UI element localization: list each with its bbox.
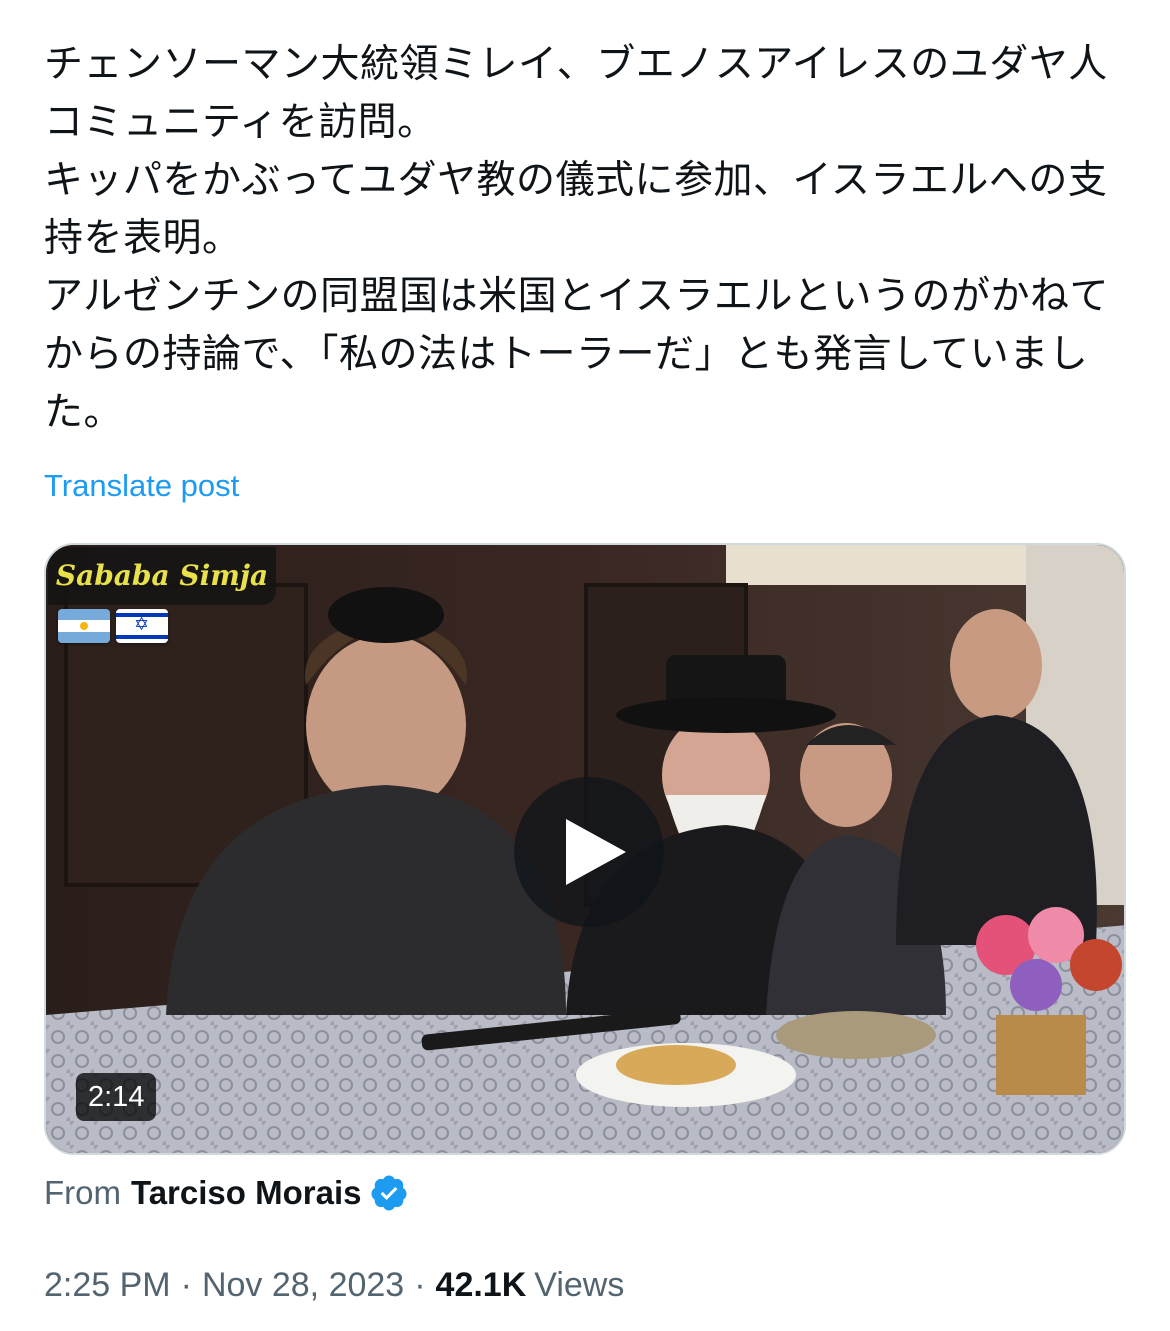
video-card[interactable]: Sababa Simja 2:14	[44, 543, 1126, 1155]
video-duration-badge: 2:14	[76, 1073, 157, 1121]
post-date[interactable]: Nov 28, 2023	[202, 1263, 404, 1307]
meta-separator: ·	[180, 1266, 192, 1304]
translate-post-link[interactable]: Translate post	[44, 468, 239, 504]
views-count[interactable]: 42.1K	[436, 1263, 527, 1307]
argentina-flag-icon	[58, 609, 110, 643]
post-time[interactable]: 2:25 PM	[44, 1263, 171, 1307]
flags-group	[58, 609, 168, 643]
verified-badge-icon	[371, 1175, 407, 1211]
play-button[interactable]	[514, 777, 664, 927]
views-label: Views	[534, 1266, 625, 1304]
play-icon	[566, 819, 626, 885]
video-source: From Tarciso Morais	[44, 1172, 409, 1214]
post-text: チェンソーマン大統領ミレイ、ブエノスアイレスのユダヤ人コミュニティを訪問。 キッ…	[44, 42, 1109, 435]
post-meta: 2:25 PM · Nov 28, 2023 · 42.1K Views	[44, 1263, 624, 1307]
meta-separator-2: ·	[414, 1266, 426, 1304]
israel-flag-icon	[116, 609, 168, 643]
source-author-link[interactable]: Tarciso Morais	[131, 1172, 361, 1214]
video-watermark: Sababa Simja	[48, 547, 276, 605]
source-prefix: From	[44, 1174, 121, 1211]
